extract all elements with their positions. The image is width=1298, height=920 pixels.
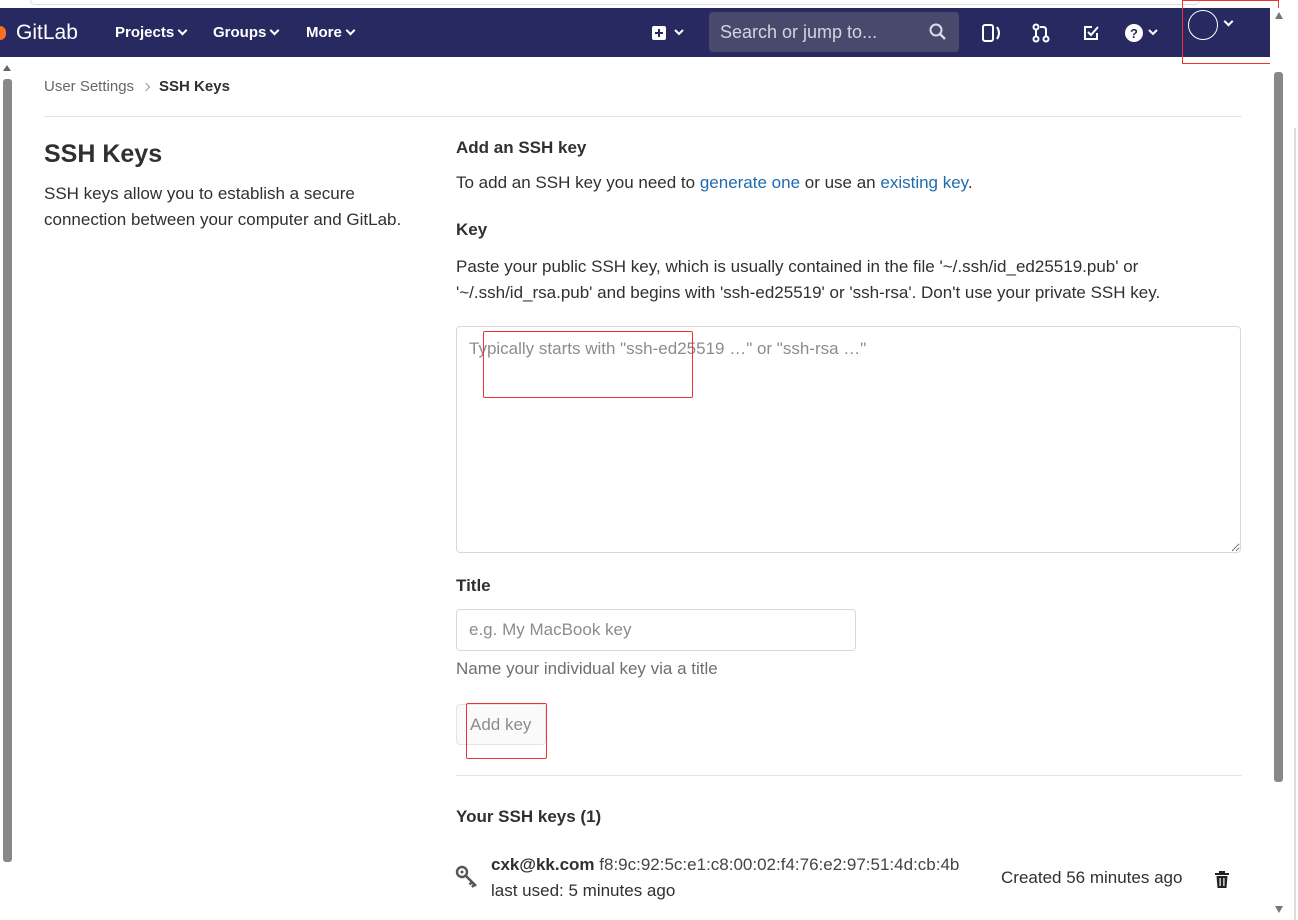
ssh-key-created: Created 56 minutes ago <box>1001 868 1183 887</box>
gitlab-logo[interactable]: GitLab <box>0 8 78 57</box>
chevron-down-icon <box>177 25 188 36</box>
nav-more-label: More <box>306 24 342 41</box>
ssh-key-last-used: last used: 5 minutes ago <box>491 881 676 900</box>
chevron-down-icon <box>345 25 356 36</box>
brand-name: GitLab <box>16 20 78 44</box>
key-icon <box>455 865 477 888</box>
scroll-down-arrow-icon[interactable] <box>1275 906 1283 913</box>
chevron-right-icon <box>141 82 151 91</box>
merge-requests-button[interactable] <box>1027 8 1055 57</box>
breadcrumb: User Settings SSH Keys <box>44 78 230 95</box>
page-description: SSH keys allow you to establish a secure… <box>44 184 402 229</box>
browser-top-strip <box>0 0 1298 8</box>
key-textarea[interactable] <box>456 326 1241 553</box>
existing-key-link[interactable]: existing key <box>880 173 968 192</box>
title-help-text: Name your individual key via a title <box>456 659 718 678</box>
nav-groups-label: Groups <box>213 24 267 41</box>
scroll-up-arrow-icon[interactable] <box>3 65 11 71</box>
nav-projects-label: Projects <box>115 24 175 41</box>
todo-check-icon <box>1084 25 1099 40</box>
issues-button[interactable] <box>978 8 1006 57</box>
scrollbar-thumb[interactable] <box>1274 72 1283 782</box>
search-input[interactable] <box>720 21 920 43</box>
intro-text-1: To add an SSH key you need to <box>456 173 700 192</box>
svg-text:?: ? <box>1130 26 1138 41</box>
search-bar[interactable] <box>709 12 959 52</box>
nav-more[interactable]: More <box>306 8 356 57</box>
trash-icon[interactable] <box>1214 871 1230 889</box>
key-label: Key <box>456 220 488 239</box>
browser-tab-edge <box>30 0 1200 5</box>
question-circle-icon: ? <box>1125 23 1158 42</box>
new-dropdown-button[interactable] <box>648 8 688 57</box>
scrollbar-track <box>1294 128 1296 920</box>
tanuki-icon <box>0 25 6 40</box>
annotation-box-avatar <box>1182 0 1279 64</box>
add-ssh-key-heading: Add an SSH key <box>456 138 587 157</box>
ssh-key-fingerprint: f8:9c:92:5c:e1:c8:00:02:f4:76:e2:97:51:4… <box>599 855 960 874</box>
page-title: SSH Keys <box>44 140 163 168</box>
intro-text-2: or use an <box>800 173 881 192</box>
chevron-down-icon <box>269 25 280 36</box>
add-key-button[interactable]: Add key <box>456 704 546 745</box>
scrollbar-thumb[interactable] <box>3 79 12 862</box>
nav-groups[interactable]: Groups <box>213 8 280 57</box>
todos-button[interactable] <box>1077 8 1105 57</box>
help-dropdown-button[interactable]: ? <box>1122 8 1166 57</box>
scroll-up-arrow-icon[interactable] <box>1275 12 1283 19</box>
key-help-text: Paste your public SSH key, which is usua… <box>456 257 1161 302</box>
ssh-key-title[interactable]: cxk@kk.com <box>491 855 595 874</box>
divider <box>456 775 1242 776</box>
title-input[interactable] <box>456 609 856 651</box>
top-navbar: GitLab Projects Groups More Search or ju… <box>0 8 1270 57</box>
search-icon[interactable] <box>929 23 947 41</box>
breadcrumb-user-settings[interactable]: User Settings <box>44 78 134 95</box>
intro-text-3: . <box>967 173 973 192</box>
left-scrollbar[interactable] <box>0 57 14 920</box>
your-ssh-keys-heading: Your SSH keys (1) <box>456 807 602 826</box>
title-label: Title <box>456 576 491 595</box>
right-scrollbar[interactable] <box>1270 8 1298 920</box>
breadcrumb-ssh-keys[interactable]: SSH Keys <box>159 78 230 95</box>
merge-request-icon <box>1032 23 1050 42</box>
plus-square-icon <box>652 25 684 40</box>
add-ssh-key-intro: To add an SSH key you need to generate o… <box>456 173 973 193</box>
divider <box>44 116 1242 117</box>
generate-one-link[interactable]: generate one <box>700 173 800 192</box>
list-item[interactable]: cxk@kk.com f8:9c:92:5c:e1:c8:00:02:f4:76… <box>491 855 959 875</box>
issues-icon <box>982 23 1000 42</box>
nav-projects[interactable]: Projects <box>115 8 188 57</box>
